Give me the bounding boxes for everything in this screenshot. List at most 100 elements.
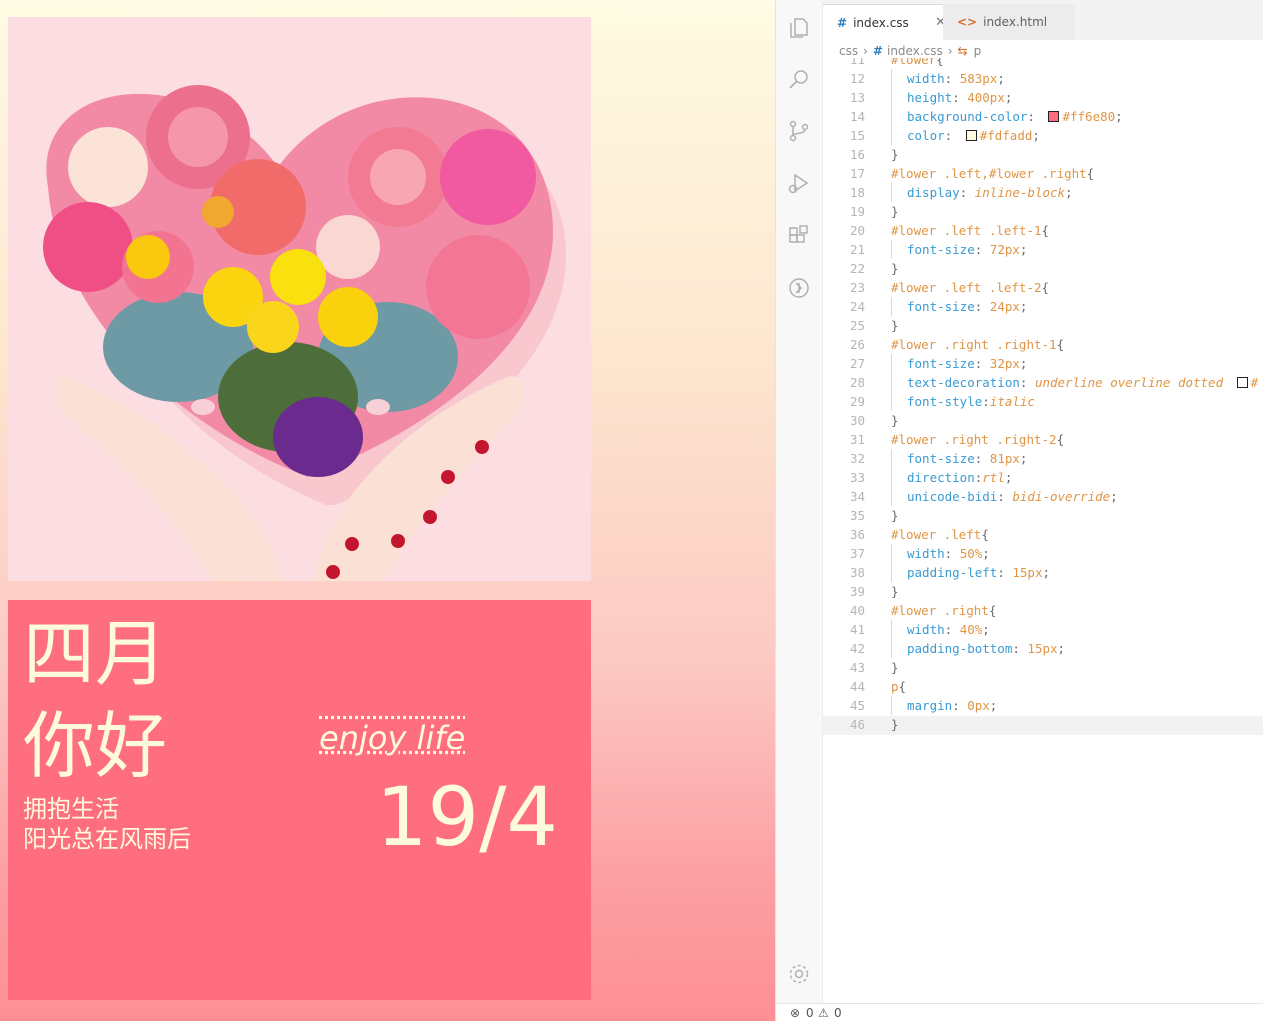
code-text: font-size: 81px; [907, 451, 1028, 466]
line-number: 37 [849, 546, 865, 561]
warning-icon[interactable]: ⚠ [818, 1004, 829, 1022]
code-line[interactable]: 13 height: 400px; [823, 88, 1263, 107]
code-line[interactable]: 33 direction:rtl; [823, 468, 1263, 487]
flower-heart-illustration [8, 17, 591, 581]
breadcrumb-file[interactable]: index.css [887, 44, 943, 58]
line-number: 42 [849, 641, 865, 656]
line-number: 16 [849, 147, 865, 162]
code-text: #lower .left,#lower .right{ [891, 166, 1095, 181]
line-number: 23 [849, 280, 865, 295]
code-line[interactable]: 20 #lower .left .left-1{ [823, 221, 1263, 240]
status-bar: ⊗ 0 ⚠ 0 [776, 1003, 1263, 1022]
line-number: 34 [849, 489, 865, 504]
code-line[interactable]: 24 font-size: 24px; [823, 297, 1263, 316]
tab-label: index.html [983, 15, 1048, 29]
code-text: #lower{ [891, 58, 944, 67]
code-text: width: 50%; [907, 546, 990, 561]
code-line[interactable]: 38 padding-left: 15px; [823, 563, 1263, 582]
indent-guide [891, 297, 892, 316]
code-text: } [891, 318, 899, 333]
code-line[interactable]: 18 display: inline-block; [823, 183, 1263, 202]
code-line[interactable]: 21 font-size: 72px; [823, 240, 1263, 259]
chevron-right-icon: › [863, 44, 868, 58]
selector-icon: ⇆ [957, 44, 968, 58]
code-text: width: 583px; [907, 71, 1005, 86]
code-text: unicode-bidi: bidi-override; [907, 489, 1118, 504]
run-debug-icon[interactable] [787, 171, 811, 195]
code-line[interactable]: 22} [823, 259, 1263, 278]
code-line[interactable]: 31 #lower .right .right-2{ [823, 430, 1263, 449]
code-text: } [891, 261, 899, 276]
code-line[interactable]: 46} [823, 715, 1263, 734]
code-text: font-size: 24px; [907, 299, 1028, 314]
code-line[interactable]: 30} [823, 411, 1263, 430]
line-number: 30 [849, 413, 865, 428]
extensions-icon[interactable] [787, 224, 811, 248]
code-line[interactable]: 12 width: 583px; [823, 69, 1263, 88]
breadcrumb-folder[interactable]: css [839, 44, 858, 58]
code-line[interactable]: 23 #lower .left .left-2{ [823, 278, 1263, 297]
code-line[interactable]: 43} [823, 658, 1263, 677]
code-line[interactable]: 26 #lower .right .right-1{ [823, 335, 1263, 354]
code-text: margin: 0px; [907, 698, 998, 713]
code-line[interactable]: 29 font-style:italic [823, 392, 1263, 411]
code-line[interactable]: 32 font-size: 81px; [823, 449, 1263, 468]
code-line[interactable]: 16} [823, 145, 1263, 164]
subtitle-line-2: 阳光总在风雨后 [23, 825, 191, 853]
code-line[interactable]: 14 background-color: #ff6e80; [823, 107, 1263, 126]
gear-icon[interactable] [787, 962, 811, 986]
code-text: } [891, 413, 899, 428]
code-text: background-color: #ff6e80; [907, 109, 1123, 124]
code-line[interactable]: 11 #lower{ [823, 58, 1263, 69]
code-line[interactable]: 37 width: 50%; [823, 544, 1263, 563]
flower-heart-image [8, 17, 591, 581]
code-text: #lower .right{ [891, 603, 997, 618]
indent-guide [891, 392, 892, 411]
line-number: 43 [849, 660, 865, 675]
error-icon[interactable]: ⊗ [790, 1004, 800, 1022]
tab-index-html[interactable]: <> index.html [943, 4, 1075, 40]
code-area[interactable]: 11 #lower{12 width: 583px; 13 height: 400px;… [823, 58, 1263, 758]
code-line[interactable]: 17 #lower .left,#lower .right{ [823, 164, 1263, 183]
title-hello: 你好 [23, 704, 168, 788]
code-line[interactable]: 35} [823, 506, 1263, 525]
title-month: 四月 [23, 612, 168, 696]
browser-preview: 四月 你好 拥抱生活 阳光总在风雨后 enjoy life 19/4 [0, 0, 775, 1021]
source-control-icon[interactable] [787, 119, 811, 143]
line-number: 18 [849, 185, 865, 200]
line-number: 36 [849, 527, 865, 542]
code-line[interactable]: 28 text-decoration: underline overline do… [823, 373, 1263, 392]
code-line[interactable]: 44 p{ [823, 677, 1263, 696]
code-line[interactable]: 27 font-size: 32px; [823, 354, 1263, 373]
code-text: #lower .right .right-2{ [891, 432, 1065, 447]
code-line[interactable]: 36 #lower .left{ [823, 525, 1263, 544]
search-icon[interactable] [787, 67, 811, 91]
remote-icon[interactable] [787, 276, 811, 300]
indent-guide [891, 544, 892, 563]
breadcrumb-symbol[interactable]: p [974, 44, 982, 58]
code-line[interactable]: 41 width: 40%; [823, 620, 1263, 639]
warning-count[interactable]: 0 [834, 1004, 842, 1022]
code-line[interactable]: 19} [823, 202, 1263, 221]
code-line[interactable]: 42 padding-bottom: 15px; [823, 639, 1263, 658]
code-line[interactable]: 34 unicode-bidi: bidi-override; [823, 487, 1263, 506]
chevron-right-icon: › [947, 44, 953, 58]
code-line[interactable]: 39} [823, 582, 1263, 601]
code-text: font-size: 72px; [907, 242, 1028, 257]
code-line[interactable]: 40 #lower .right{ [823, 601, 1263, 620]
indent-guide [891, 639, 892, 658]
code-text: } [891, 584, 899, 599]
code-text: #lower .left .left-2{ [891, 280, 1050, 295]
code-line[interactable]: 25} [823, 316, 1263, 335]
line-number: 29 [849, 394, 865, 409]
code-line[interactable]: 15 color: #fdfadd; [823, 126, 1263, 145]
tab-index-css[interactable]: # index.css ✕ [823, 4, 956, 41]
files-icon[interactable] [787, 16, 811, 40]
code-text: font-size: 32px; [907, 356, 1028, 371]
code-line[interactable]: 45 margin: 0px; [823, 696, 1263, 715]
code-text: } [891, 147, 899, 162]
html-file-icon: <> [957, 15, 978, 29]
indent-guide [891, 88, 892, 107]
error-count[interactable]: 0 [806, 1004, 814, 1022]
indent-guide [891, 373, 892, 392]
